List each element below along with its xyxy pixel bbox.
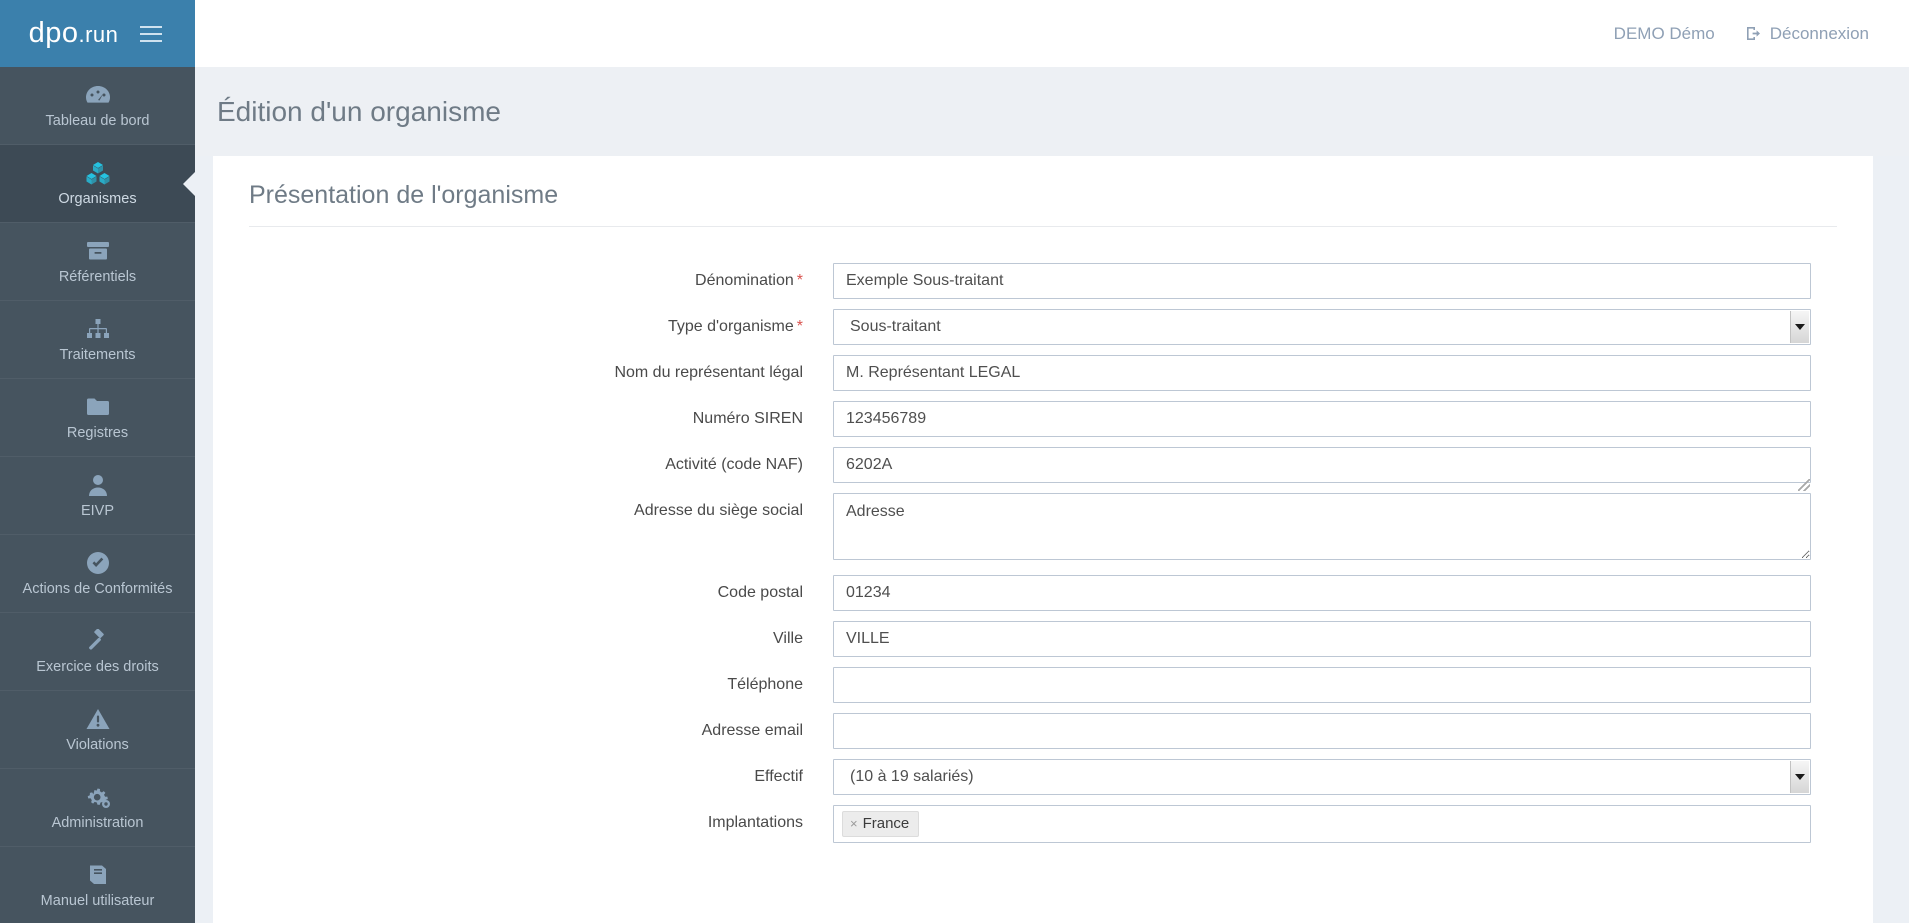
denomination-input[interactable]: [833, 263, 1811, 299]
field-label: Activité (code NAF): [665, 456, 803, 473]
sidebar-item-registres[interactable]: Registres: [0, 379, 195, 457]
effectif-select[interactable]: (10 à 19 salariés): [833, 759, 1811, 795]
field-row-ville: Ville: [213, 621, 1873, 657]
sidebar-item-label: Actions de Conformités: [22, 581, 173, 598]
sidebar-item-label: Organismes: [58, 191, 137, 208]
select-value: Sous-traitant: [850, 318, 941, 335]
sidebar-item-label: Violations: [66, 737, 129, 754]
sidebar: Tableau de bord Organismes Référentiels …: [0, 67, 196, 923]
user-name[interactable]: DEMO Démo: [1614, 24, 1715, 44]
field-label: Adresse email: [701, 722, 803, 739]
book-icon: [86, 862, 110, 888]
logout-icon: [1746, 27, 1760, 40]
siren-input[interactable]: [833, 401, 1811, 437]
field-row-implantations: Implantations × France: [213, 805, 1873, 843]
sidebar-item-traitements[interactable]: Traitements: [0, 301, 195, 379]
organism-form: Dénomination* Type d'organisme* Sous-tra…: [213, 227, 1873, 843]
field-row-telephone: Téléphone: [213, 667, 1873, 703]
required-marker: *: [796, 318, 803, 335]
active-indicator: [183, 170, 196, 197]
logout-label: Déconnexion: [1769, 23, 1869, 43]
chevron-down-icon[interactable]: [1790, 311, 1809, 343]
brand-logo[interactable]: dpo.run: [29, 19, 119, 48]
folder-icon: [86, 394, 110, 420]
sidebar-item-manuel-utilisateur[interactable]: Manuel utilisateur: [0, 847, 195, 923]
tag-item[interactable]: × France: [842, 811, 920, 837]
sidebar-item-label: Référentiels: [58, 269, 137, 286]
field-row-adresse-siege: Adresse du siège social: [213, 479, 1873, 565]
card-title: Présentation de l'organisme: [249, 181, 559, 209]
sidebar-item-label: EIVP: [80, 503, 115, 520]
implantations-tag-input[interactable]: × France: [833, 805, 1811, 843]
gavel-icon: [86, 628, 110, 654]
chevron-down-icon[interactable]: [1790, 761, 1809, 793]
ville-input[interactable]: [833, 621, 1811, 657]
page-title: Édition d'un organisme: [217, 95, 501, 127]
type-organisme-select[interactable]: Sous-traitant: [833, 309, 1811, 345]
field-row-effectif: Effectif (10 à 19 salariés): [213, 759, 1873, 795]
sidebar-item-tableau-de-bord[interactable]: Tableau de bord: [0, 67, 195, 145]
user-icon: [88, 472, 108, 498]
field-label: Effectif: [754, 768, 803, 785]
check-circle-icon: [86, 550, 110, 576]
gears-icon: [85, 784, 111, 810]
required-marker: *: [796, 272, 803, 289]
sidebar-item-label: Traitements: [59, 347, 136, 364]
sitemap-icon: [86, 316, 110, 342]
sidebar-item-actions-de-conformites[interactable]: Actions de Conformités: [0, 535, 195, 613]
adresse-siege-textarea[interactable]: [833, 493, 1811, 560]
warning-triangle-icon: [86, 706, 110, 732]
field-row-denomination: Dénomination *: [213, 263, 1873, 299]
field-row-code-postal: Code postal: [213, 575, 1873, 611]
dashboard-icon: [85, 82, 111, 108]
field-label: Type d'organisme *: [667, 318, 803, 335]
sidebar-item-label: Manuel utilisateur: [40, 893, 155, 910]
field-label: Code postal: [717, 584, 803, 601]
hamburger-icon[interactable]: [136, 22, 166, 46]
sidebar-item-label: Exercice des droits: [36, 659, 159, 676]
organism-form-card: Présentation de l'organisme Dénomination…: [213, 156, 1873, 923]
field-row-type-organisme: Type d'organisme * Sous-traitant: [213, 309, 1873, 345]
logout-button[interactable]: Déconnexion: [1745, 24, 1869, 44]
representant-legal-input[interactable]: [833, 355, 1811, 391]
brand-logo-suffix: .run: [78, 22, 119, 47]
code-naf-input[interactable]: [833, 447, 1811, 483]
sidebar-item-administration[interactable]: Administration: [0, 769, 195, 847]
select-value: (10 à 19 salariés): [850, 768, 974, 785]
top-bar: dpo.run DEMO Démo Déconnexion: [0, 0, 1909, 67]
archive-box-icon: [86, 238, 110, 264]
brand-logo-area: dpo.run: [0, 0, 195, 67]
field-row-siren: Numéro SIREN: [213, 401, 1873, 437]
field-label: Numéro SIREN: [692, 410, 803, 427]
field-label: Téléphone: [727, 676, 803, 693]
field-row-representant-legal: Nom du représentant légal: [213, 355, 1873, 391]
sidebar-item-label: Tableau de bord: [45, 113, 150, 130]
top-bar-right: DEMO Démo Déconnexion: [195, 0, 1909, 67]
sidebar-item-eivp[interactable]: EIVP: [0, 457, 195, 535]
sidebar-item-exercice-des-droits[interactable]: Exercice des droits: [0, 613, 195, 691]
sidebar-item-referentiels[interactable]: Référentiels: [0, 223, 195, 301]
sidebar-item-label: Administration: [51, 815, 144, 832]
tag-label: France: [862, 815, 910, 832]
brand-logo-main: dpo: [28, 17, 79, 49]
sidebar-item-organismes[interactable]: Organismes: [0, 145, 196, 223]
field-label: Ville: [773, 630, 803, 647]
boxes-icon: [85, 160, 111, 186]
field-label: Dénomination *: [695, 272, 803, 289]
field-row-code-naf: Activité (code NAF): [213, 447, 1873, 483]
field-label: Nom du représentant légal: [614, 364, 803, 381]
field-label: Adresse du siège social: [634, 502, 803, 519]
code-postal-input[interactable]: [833, 575, 1811, 611]
remove-tag-icon[interactable]: ×: [850, 816, 858, 831]
telephone-input[interactable]: [833, 667, 1811, 703]
email-input[interactable]: [833, 713, 1811, 749]
page-header: Édition d'un organisme: [195, 67, 1909, 156]
sidebar-item-label: Registres: [66, 425, 129, 442]
field-label: Implantations: [707, 814, 803, 831]
field-row-email: Adresse email: [213, 713, 1873, 749]
sidebar-item-violations[interactable]: Violations: [0, 691, 195, 769]
